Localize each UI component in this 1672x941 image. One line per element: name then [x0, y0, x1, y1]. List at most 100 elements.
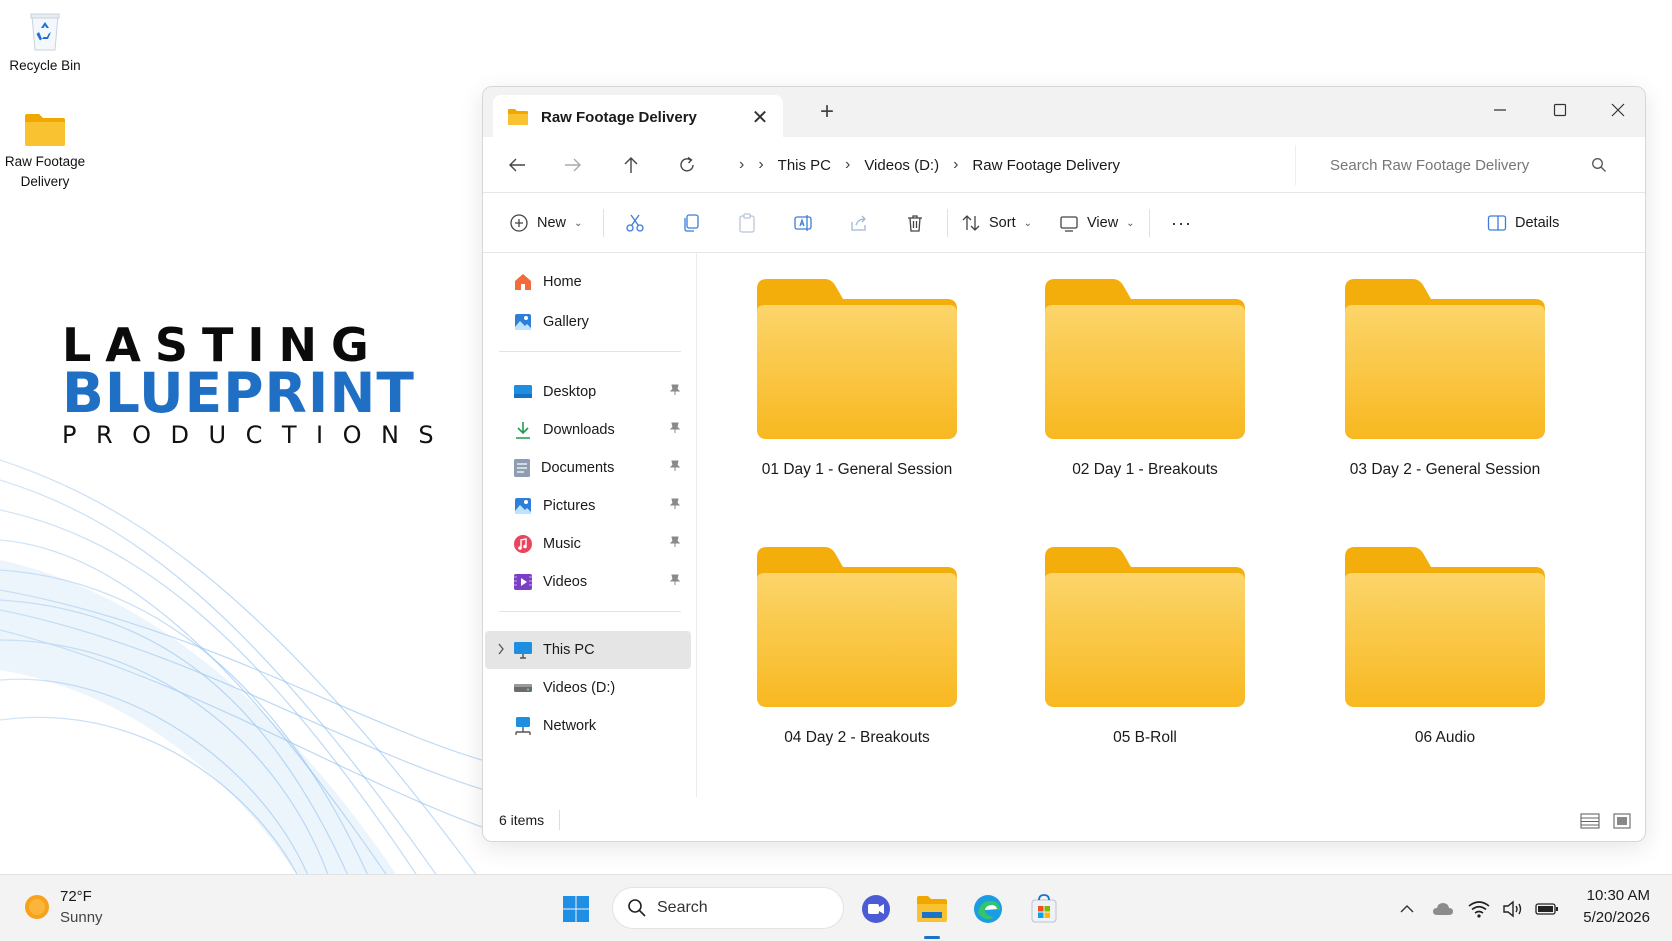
taskbar-app-store[interactable] [1024, 889, 1064, 929]
folder-tile[interactable]: 03 Day 2 - General Session [1325, 279, 1565, 499]
pin-icon[interactable] [669, 460, 681, 476]
sidebar-item-home[interactable]: Home [485, 263, 691, 301]
sidebar-item-videos-drive[interactable]: Videos (D:) [485, 669, 691, 707]
company-logo: LASTING BLUEPRINT PRODUCTIONS [62, 322, 442, 448]
details-button[interactable]: Details [1487, 209, 1559, 237]
file-explorer-window: Raw Footage Delivery ✕ + › › This PC › V… [482, 86, 1646, 842]
folder-tile[interactable]: 02 Day 1 - Breakouts [1025, 279, 1265, 499]
cloud-status-button[interactable] [1430, 897, 1456, 921]
taskbar-search[interactable]: Search [612, 887, 844, 929]
desktop-icon-recycle-bin[interactable]: Recycle Bin [0, 10, 90, 76]
search-input[interactable]: Search Raw Footage Delivery [1295, 145, 1625, 185]
music-icon [514, 535, 532, 553]
tab-raw-footage-delivery[interactable]: Raw Footage Delivery ✕ [493, 95, 783, 139]
close-icon [1611, 103, 1625, 117]
new-tab-button[interactable]: + [813, 99, 841, 127]
breadcrumb-this-pc[interactable]: This PC [778, 157, 831, 174]
more-icon: ··· [1171, 212, 1192, 233]
sidebar-item-this-pc[interactable]: This PC [485, 631, 691, 669]
large-icons-view-toggle[interactable] [1611, 811, 1633, 831]
sort-button[interactable]: Sort ⌄ [961, 209, 1032, 237]
system-clock[interactable]: 10:30 AM 5/20/2026 [1568, 885, 1650, 929]
forward-button[interactable] [559, 151, 587, 179]
sidebar-item-network[interactable]: Network [485, 707, 691, 745]
close-window-button[interactable] [1595, 95, 1641, 125]
desktop-icon-raw-footage-folder[interactable]: Raw Footage Delivery [0, 112, 90, 192]
battery-button[interactable] [1534, 897, 1560, 921]
sidebar-item-documents[interactable]: Documents [485, 449, 691, 487]
folder-icon [508, 109, 528, 125]
new-button[interactable]: New ⌄ [509, 209, 582, 237]
taskbar-search-label: Search [657, 899, 708, 916]
delete-button[interactable] [905, 209, 925, 237]
pin-icon[interactable] [669, 574, 681, 590]
share-button[interactable] [849, 209, 869, 237]
chevron-right-icon[interactable] [497, 642, 505, 656]
network-icon [515, 717, 531, 735]
chevron-right-icon[interactable]: › [953, 156, 958, 174]
view-button[interactable]: View ⌄ [1059, 209, 1135, 237]
pin-icon[interactable] [669, 422, 681, 438]
download-icon [516, 422, 530, 439]
rename-icon [794, 215, 812, 231]
taskbar-app-video-call[interactable] [856, 889, 896, 929]
chevron-up-icon [1400, 905, 1414, 913]
back-button[interactable] [503, 151, 531, 179]
volume-button[interactable] [1500, 897, 1526, 921]
view-icon [1060, 216, 1078, 232]
start-button[interactable] [556, 889, 596, 929]
minimize-button[interactable] [1477, 95, 1523, 125]
breadcrumb[interactable]: › › This PC › Videos (D:) › Raw Footage … [725, 143, 1251, 187]
cut-button[interactable] [625, 209, 645, 237]
more-options-button[interactable]: ··· [1171, 209, 1192, 237]
sidebar-item-gallery[interactable]: Gallery [485, 303, 691, 341]
weather-temperature: 72°F [60, 888, 92, 905]
folder-name: 05 B-Roll [1113, 729, 1177, 746]
battery-icon [1535, 903, 1558, 915]
sidebar-item-label: Downloads [543, 422, 615, 438]
edge-browser-icon [974, 895, 1002, 923]
divider [499, 611, 681, 612]
divider [559, 810, 560, 830]
clock-time: 10:30 AM [1586, 887, 1650, 904]
refresh-button[interactable] [673, 151, 701, 179]
divider [499, 351, 681, 352]
sidebar-item-videos[interactable]: Videos [485, 563, 691, 601]
sidebar-item-pictures[interactable]: Pictures [485, 487, 691, 525]
weather-widget[interactable]: 72°F Sunny [24, 886, 103, 928]
taskbar-app-file-explorer[interactable] [912, 889, 952, 929]
maximize-button[interactable] [1537, 95, 1583, 125]
details-view-toggle[interactable] [1579, 811, 1601, 831]
breadcrumb-videos-d[interactable]: Videos (D:) [864, 157, 939, 174]
pin-icon[interactable] [669, 384, 681, 400]
sidebar-item-label: Music [543, 536, 581, 552]
chevron-right-icon[interactable]: › [739, 156, 744, 174]
sidebar-item-downloads[interactable]: Downloads [485, 411, 691, 449]
up-button[interactable] [617, 151, 645, 179]
pin-icon[interactable] [669, 536, 681, 552]
folder-tile[interactable]: 04 Day 2 - Breakouts [737, 547, 977, 767]
folder-tile[interactable]: 01 Day 1 - General Session [737, 279, 977, 499]
rename-button[interactable] [793, 209, 813, 237]
chevron-right-icon[interactable]: › [758, 156, 763, 174]
taskbar-app-edge[interactable] [968, 889, 1008, 929]
pin-icon[interactable] [669, 498, 681, 514]
sidebar-item-label: Documents [541, 460, 615, 476]
tab-close-button[interactable]: ✕ [745, 105, 775, 130]
show-hidden-icons-button[interactable] [1394, 897, 1420, 921]
folder-tile[interactable]: 05 B-Roll [1025, 547, 1265, 767]
chevron-right-icon[interactable]: › [845, 156, 850, 174]
copy-button[interactable] [681, 209, 701, 237]
folder-tile[interactable]: 06 Audio [1325, 547, 1565, 767]
view-label: View [1087, 215, 1119, 231]
paste-icon [739, 213, 755, 233]
sidebar-item-desktop[interactable]: Desktop [485, 373, 691, 411]
sidebar-item-label: Desktop [543, 384, 597, 400]
paste-button[interactable] [737, 209, 757, 237]
breadcrumb-raw-footage-delivery[interactable]: Raw Footage Delivery [972, 157, 1120, 174]
wifi-button[interactable] [1466, 897, 1492, 921]
status-bar: 6 items [483, 797, 1645, 841]
sidebar-item-music[interactable]: Music [485, 525, 691, 563]
folder-name: 02 Day 1 - Breakouts [1072, 461, 1218, 478]
divider [947, 209, 948, 237]
